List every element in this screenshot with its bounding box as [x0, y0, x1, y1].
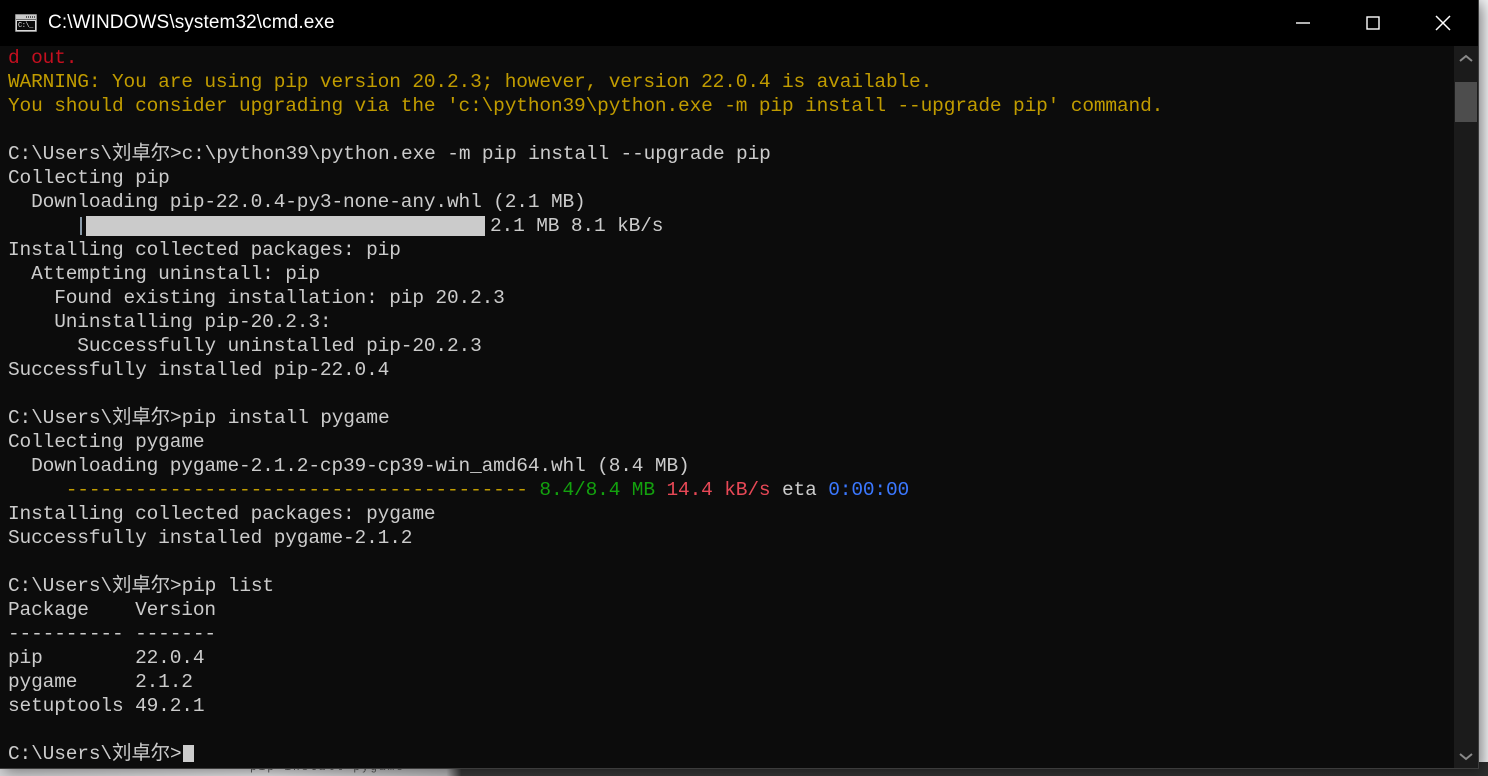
- console-segment: [655, 479, 667, 501]
- console-line: C:\Users\刘卓尔>c:\python39\python.exe -m p…: [8, 143, 771, 165]
- console-line: d out.: [8, 47, 78, 69]
- chevron-down-icon: [1459, 752, 1473, 760]
- chevron-up-icon: [1459, 54, 1473, 62]
- console-line: Found existing installation: pip 20.2.3: [8, 287, 505, 309]
- console-line: Successfully installed pip-22.0.4: [8, 359, 390, 381]
- console-prompt: C:\Users\刘卓尔>: [8, 743, 182, 765]
- scroll-up-button[interactable]: [1454, 46, 1478, 70]
- console-line: Attempting uninstall: pip: [8, 263, 320, 285]
- close-button[interactable]: [1408, 0, 1478, 46]
- cmd-window: C:\_ C:\WINDOWS\system32\cmd.exe d out. …: [0, 0, 1478, 768]
- window-title: C:\WINDOWS\system32\cmd.exe: [48, 12, 335, 33]
- minimize-icon: [1296, 22, 1310, 24]
- console-segment: 14.4 kB/s: [666, 479, 771, 501]
- console-line: C:\Users\刘卓尔>: [8, 742, 1454, 766]
- console-line: You should consider upgrading via the 'c…: [8, 95, 1164, 117]
- console-line: 2.1 MB 8.1 kB/s: [8, 214, 1454, 238]
- console-scrollbar[interactable]: [1454, 46, 1478, 768]
- app-icon-text: C:\_: [17, 21, 35, 30]
- console-area[interactable]: d out. WARNING: You are using pip version…: [0, 46, 1478, 768]
- cmd-console-icon: C:\_: [15, 14, 37, 32]
- console-line: Collecting pygame: [8, 431, 205, 453]
- console-line: pip 22.0.4: [8, 647, 205, 669]
- console-segment: eta: [770, 479, 829, 501]
- console-line: Package Version: [8, 599, 216, 621]
- console-line: Successfully installed pygame-2.1.2: [8, 527, 413, 549]
- console-line: Downloading pip-22.0.4-py3-none-any.whl …: [8, 191, 586, 213]
- maximize-icon: [1366, 16, 1380, 30]
- title-bar[interactable]: C:\_ C:\WINDOWS\system32\cmd.exe: [0, 0, 1478, 46]
- maximize-button[interactable]: [1338, 0, 1408, 46]
- console-segment: ----------------------------------------: [8, 479, 540, 501]
- close-icon: [1435, 15, 1451, 31]
- console-line: Installing collected packages: pip: [8, 239, 401, 261]
- console-line: WARNING: You are using pip version 20.2.…: [8, 71, 933, 93]
- progress-bar-label: 2.1 MB 8.1 kB/s: [490, 215, 664, 237]
- scroll-down-button[interactable]: [1454, 744, 1478, 768]
- console-segment: 0:00:00: [828, 479, 910, 501]
- console-line: Installing collected packages: pygame: [8, 503, 436, 525]
- console-line: pygame 2.1.2: [8, 671, 193, 693]
- console-line: ---------- -------: [8, 623, 216, 645]
- progress-bar-start-marker: [80, 217, 82, 235]
- console-line: setuptools 49.2.1: [8, 695, 205, 717]
- console-line: Downloading pygame-2.1.2-cp39-cp39-win_a…: [8, 455, 690, 477]
- progress-bar-fill: [86, 216, 485, 236]
- console-segment: 8.4/8.4 MB: [539, 479, 655, 501]
- text-cursor: [182, 745, 194, 762]
- console-line: C:\Users\刘卓尔>pip install pygame: [8, 407, 390, 429]
- console-line: Collecting pip: [8, 167, 170, 189]
- console-line: Uninstalling pip-20.2.3:: [8, 311, 332, 333]
- console-output[interactable]: d out. WARNING: You are using pip version…: [0, 46, 1454, 768]
- scrollbar-thumb[interactable]: [1455, 82, 1477, 122]
- console-line: ----------------------------------------…: [8, 478, 1454, 502]
- minimize-button[interactable]: [1268, 0, 1338, 46]
- window-controls: [1268, 0, 1478, 46]
- console-line: Successfully uninstalled pip-20.2.3: [8, 335, 482, 357]
- console-line: C:\Users\刘卓尔>pip list: [8, 575, 274, 597]
